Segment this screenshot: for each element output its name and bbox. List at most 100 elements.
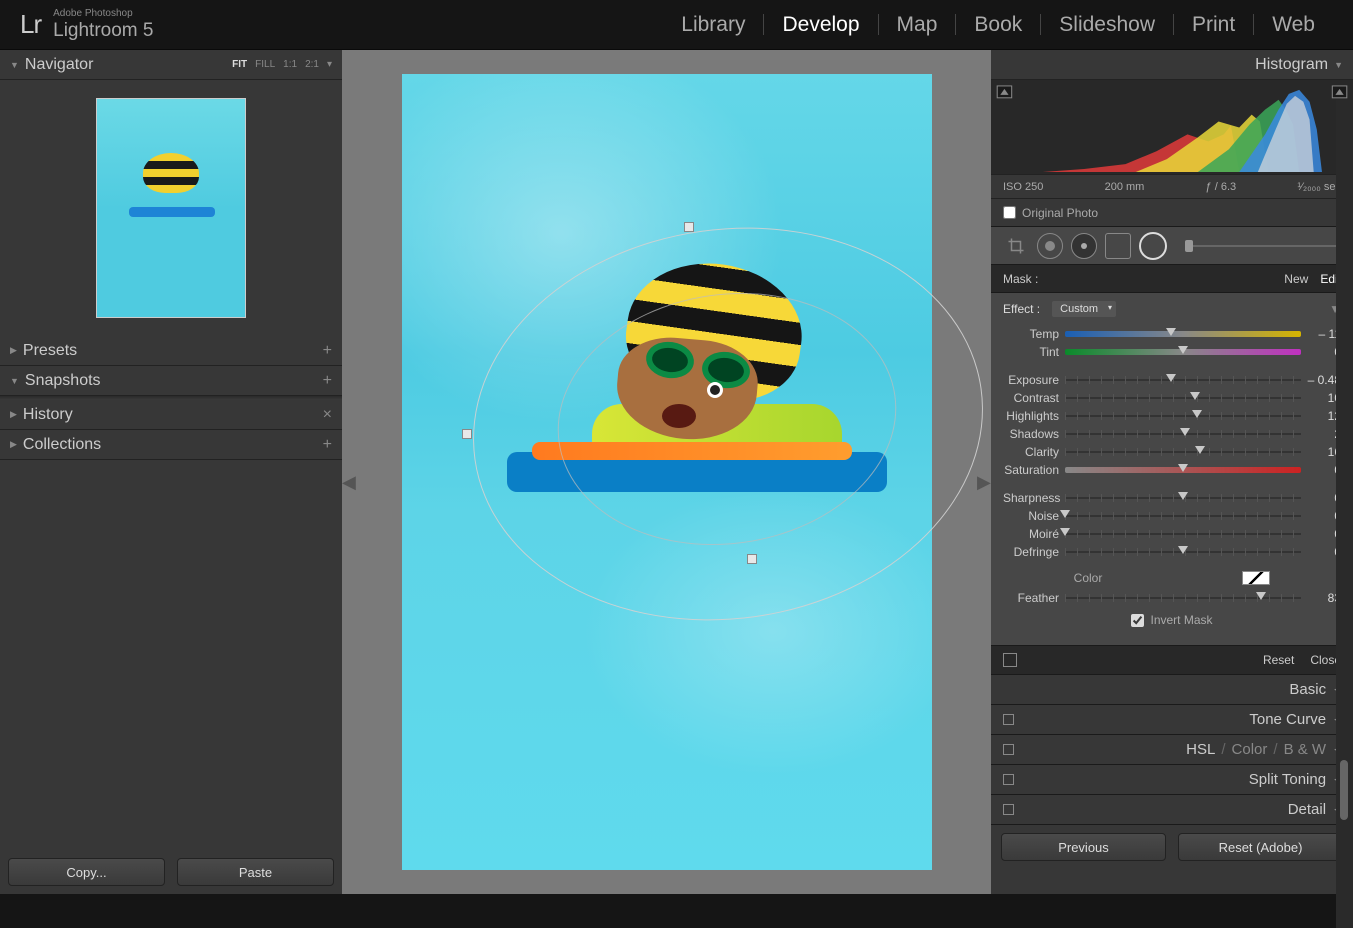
sharpness-label: Sharpness	[1003, 491, 1065, 505]
image-canvas[interactable]: ◀ ▶	[342, 50, 991, 894]
paste-button[interactable]: Paste	[177, 858, 334, 886]
highlights-value[interactable]: 12	[1301, 409, 1341, 423]
feather-value[interactable]: 83	[1301, 591, 1341, 605]
sharpness-slider[interactable]	[1065, 495, 1301, 501]
effect-sliders: Effect : Custom ▼ Temp – 11Tint 0Exposur…	[991, 293, 1353, 645]
copy-button[interactable]: Copy...	[8, 858, 165, 886]
navigator-header[interactable]: ▼ Navigator FIT FILL 1:1 2:1 ▾	[0, 50, 342, 80]
clear-history-icon[interactable]: ×	[323, 406, 332, 424]
history-header[interactable]: ▶ History ×	[0, 400, 342, 430]
zoom-2-1[interactable]: 2:1	[305, 59, 319, 70]
reset-button[interactable]: Reset	[1263, 653, 1294, 667]
tint-value[interactable]: 0	[1301, 345, 1341, 359]
tonecurve-panel-header[interactable]: Tone Curve◀	[991, 705, 1353, 735]
defringe-value[interactable]: 0	[1301, 545, 1341, 559]
exif-info: ISO 250 200 mm ƒ / 6.3 ¹⁄₂₀₀₀ sec	[991, 175, 1353, 199]
shadows-slider[interactable]	[1065, 431, 1301, 437]
noise-label: Noise	[1003, 509, 1065, 523]
original-photo-checkbox[interactable]	[1003, 206, 1016, 219]
expand-left-arrow-icon[interactable]: ◀	[342, 472, 356, 494]
sharpness-value[interactable]: 0	[1301, 491, 1341, 505]
exposure-label: Exposure	[1003, 373, 1065, 387]
panel-switch-icon[interactable]	[1003, 774, 1014, 785]
zoom-fill[interactable]: FILL	[255, 59, 275, 70]
defringe-slider[interactable]	[1065, 549, 1301, 555]
snapshots-header[interactable]: ▼ Snapshots +	[0, 366, 342, 396]
clarity-slider[interactable]	[1065, 449, 1301, 455]
effect-dropdown[interactable]: Custom	[1052, 301, 1116, 317]
add-snapshot-icon[interactable]: +	[323, 372, 332, 390]
saturation-value[interactable]: 0	[1301, 463, 1341, 477]
tint-slider[interactable]	[1065, 349, 1301, 355]
module-print[interactable]: Print	[1174, 14, 1254, 35]
navigator-title: Navigator	[25, 56, 93, 74]
radial-filter-pin[interactable]	[707, 382, 723, 398]
expand-right-arrow-icon[interactable]: ▶	[977, 472, 991, 494]
splittoning-panel-header[interactable]: Split Toning◀	[991, 765, 1353, 795]
radial-filter-tool-icon[interactable]	[1139, 232, 1167, 260]
shadows-value[interactable]: 2	[1301, 427, 1341, 441]
navigator-thumbnail[interactable]	[0, 80, 342, 336]
color-swatch[interactable]	[1242, 571, 1270, 585]
exposure-slider[interactable]	[1065, 377, 1301, 383]
clarity-value[interactable]: 16	[1301, 445, 1341, 459]
graduated-filter-tool-icon[interactable]	[1105, 233, 1131, 259]
histogram-chart[interactable]	[991, 80, 1353, 175]
original-photo-row: Original Photo	[991, 199, 1353, 227]
contrast-value[interactable]: 10	[1301, 391, 1341, 405]
radial-handle-top[interactable]	[684, 222, 694, 232]
mask-new-button[interactable]: New	[1284, 272, 1308, 286]
noise-value[interactable]: 0	[1301, 509, 1341, 523]
radial-handle-left[interactable]	[462, 429, 472, 439]
module-develop[interactable]: Develop	[764, 14, 878, 35]
add-preset-icon[interactable]: +	[323, 342, 332, 360]
invert-mask-checkbox[interactable]	[1131, 614, 1144, 627]
zoom-options: FIT FILL 1:1 2:1 ▾	[232, 59, 332, 70]
color-label: Color	[1074, 571, 1103, 585]
feather-slider[interactable]	[1065, 595, 1301, 601]
add-collection-icon[interactable]: +	[323, 436, 332, 454]
noise-slider[interactable]	[1065, 513, 1301, 519]
histogram-header[interactable]: Histogram ▼	[991, 50, 1353, 80]
contrast-label: Contrast	[1003, 391, 1065, 405]
module-slideshow[interactable]: Slideshow	[1041, 14, 1174, 35]
exif-shutter: ¹⁄₂₀₀₀ sec	[1297, 181, 1341, 193]
panel-switch-icon[interactable]	[1003, 653, 1017, 667]
detail-panel-header[interactable]: Detail◀	[991, 795, 1353, 825]
spot-removal-tool-icon[interactable]	[1037, 233, 1063, 259]
presets-header[interactable]: ▶ Presets +	[0, 336, 342, 366]
basic-panel-header[interactable]: Basic◀	[991, 675, 1353, 705]
brand-line2: Lightroom 5	[53, 21, 153, 40]
zoom-1-1[interactable]: 1:1	[283, 59, 297, 70]
saturation-label: Saturation	[1003, 463, 1065, 477]
zoom-more-icon[interactable]: ▾	[327, 59, 332, 70]
exif-iso: ISO 250	[1003, 181, 1043, 193]
exposure-value[interactable]: – 0.48	[1301, 373, 1341, 387]
temp-value[interactable]: – 11	[1301, 327, 1341, 341]
hsl-panel-header[interactable]: HSL/ Color/ B & W ◀	[991, 735, 1353, 765]
panel-switch-icon[interactable]	[1003, 744, 1014, 755]
right-scrollbar[interactable]	[1336, 100, 1353, 928]
brush-amount-slider[interactable]	[1185, 245, 1341, 247]
panel-switch-icon[interactable]	[1003, 714, 1014, 725]
module-web[interactable]: Web	[1254, 14, 1333, 35]
temp-slider[interactable]	[1065, 331, 1301, 337]
module-book[interactable]: Book	[956, 14, 1041, 35]
highlights-slider[interactable]	[1065, 413, 1301, 419]
saturation-slider[interactable]	[1065, 467, 1301, 473]
reset-adobe-button[interactable]: Reset (Adobe)	[1178, 833, 1343, 861]
contrast-slider[interactable]	[1065, 395, 1301, 401]
module-library[interactable]: Library	[663, 14, 764, 35]
collections-header[interactable]: ▶ Collections +	[0, 430, 342, 460]
radial-handle-bottom[interactable]	[747, 554, 757, 564]
crop-tool-icon[interactable]	[1003, 233, 1029, 259]
redeye-tool-icon[interactable]	[1071, 233, 1097, 259]
reset-close-row: Reset Close	[991, 645, 1353, 675]
module-map[interactable]: Map	[879, 14, 957, 35]
previous-button[interactable]: Previous	[1001, 833, 1166, 861]
invert-mask-label: Invert Mask	[1150, 613, 1212, 627]
moire-value[interactable]: 0	[1301, 527, 1341, 541]
moire-slider[interactable]	[1065, 531, 1301, 537]
zoom-fit[interactable]: FIT	[232, 59, 247, 70]
panel-switch-icon[interactable]	[1003, 804, 1014, 815]
